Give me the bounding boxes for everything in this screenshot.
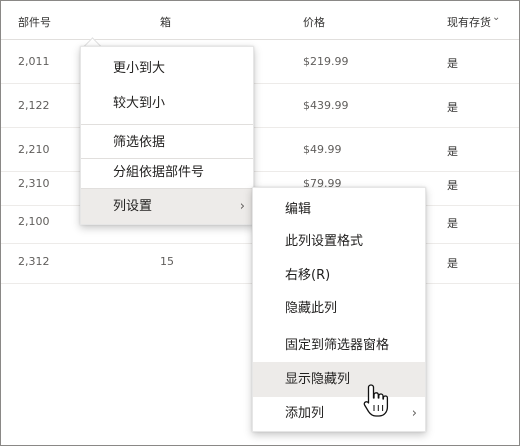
cell-part: 2,312 [18,255,50,268]
cell-stock: 是 [447,57,458,70]
cell-stock: 是 [447,101,458,114]
cell-stock: 是 [447,179,458,192]
cell-part: 2,100 [18,215,50,228]
cell-bin: 15 [160,255,174,268]
column-header-row: 部件号 箱 价格 现有存货 ⌄ [1,1,519,40]
menu-item-column-settings[interactable]: 列设置 › [81,189,253,224]
cell-price: $49.99 [303,143,342,156]
column-header-price[interactable]: 价格 [303,14,325,30]
menu-item-hide-column[interactable]: 隐藏此列 [253,291,425,326]
cell-part: 2,310 [18,177,50,190]
hand-pointer-icon [362,383,392,423]
cell-price: $219.99 [303,55,349,68]
cell-part: 2,011 [18,55,50,68]
menu-item-label: 添加列 [285,406,325,421]
chevron-down-icon[interactable]: ⌄ [492,12,500,23]
column-header-bin[interactable]: 箱 [160,14,171,30]
cell-stock: 是 [447,257,458,270]
table-row[interactable]: 2,011 $219.99 是 [1,40,519,84]
menu-item-sort-descending[interactable]: 较大到小 [81,86,253,121]
cell-price: $439.99 [303,99,349,112]
cell-part: 2,210 [18,143,50,156]
column-header-stock[interactable]: 现有存货 [447,14,491,30]
table-row[interactable]: 2,122 $439.99 是 [1,84,519,128]
column-header-part[interactable]: 部件号 [18,14,51,30]
cell-stock: 是 [447,217,458,230]
cell-part: 2,122 [18,99,50,112]
menu-item-label: 列设置 [113,199,153,214]
menu-item-format-column[interactable]: 此列设置格式 [253,224,425,259]
menu-item-edit[interactable]: 编辑 [253,192,425,227]
menu-item-show-hidden-columns[interactable]: 显示隐藏列 [253,362,425,397]
cell-stock: 是 [447,145,458,158]
column-settings-submenu: 编辑 此列设置格式 右移(R) 隐藏此列 固定到筛选器窗格 显示隐藏列 添加列 … [252,187,426,432]
menu-item-pin-to-filter-pane[interactable]: 固定到筛选器窗格 [253,328,425,363]
chevron-right-icon: › [411,406,417,421]
menu-item-move-right[interactable]: 右移(R) [253,258,425,293]
menu-item-add-column[interactable]: 添加列 › [253,396,425,431]
column-context-menu: 更小到大 较大到小 筛选依据 分組依据部件号 列设置 › [80,46,254,225]
menu-item-sort-ascending[interactable]: 更小到大 [81,51,253,86]
chevron-right-icon: › [239,199,245,214]
menu-item-group-by[interactable]: 分組依据部件号 [81,155,253,190]
